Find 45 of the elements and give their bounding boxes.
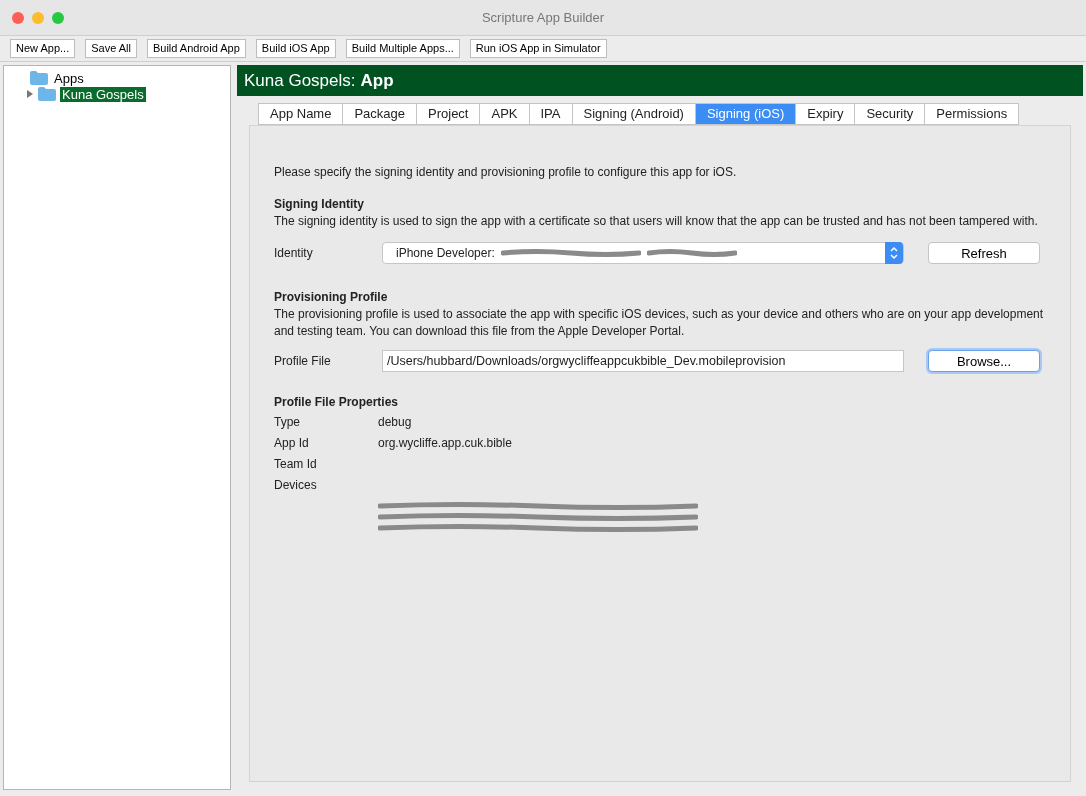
field-label: Profile File	[274, 352, 332, 370]
window-title: Scripture App Builder	[481, 8, 605, 27]
tab[interactable]: Project	[416, 103, 481, 125]
toolbar-button[interactable]: Save All	[85, 39, 137, 58]
tree-item[interactable]: Kuna Gospels	[60, 86, 146, 102]
tab[interactable]: Signing (Android)	[571, 103, 696, 125]
property-value: debug	[378, 414, 412, 431]
profile-file-field[interactable]: /Users/hubbard/Downloads/orgwycliffeappcukbible_Dev.mobileprovision	[382, 350, 904, 372]
tree-item[interactable]: Apps	[52, 70, 86, 86]
section-description: The provisioning profile is used to associate the app with specific iOS devices, such as your device and others who are on your app development and testing team. You can download this file from the Apple Developer Portal.	[274, 306, 1045, 340]
property-label: Devices	[274, 477, 318, 494]
dropdown-arrows-icon	[885, 242, 903, 264]
folder-icon	[30, 71, 48, 85]
tab[interactable]: Permissions	[924, 103, 1020, 125]
section-heading: Profile File Properties	[274, 394, 400, 411]
minimize-button[interactable]	[32, 11, 44, 24]
header-title: Kuna Gospels:	[244, 69, 356, 92]
refresh-button[interactable]: Refresh	[928, 242, 1040, 264]
section-heading: Signing Identity	[274, 196, 365, 213]
property-label: Type	[274, 414, 301, 431]
field-label: Identity	[274, 244, 314, 262]
tab[interactable]: Package	[342, 103, 417, 125]
section-heading: Provisioning Profile	[274, 289, 389, 306]
property-label: Team Id	[274, 456, 318, 473]
identity-dropdown[interactable]: iPhone Developer:	[382, 242, 904, 264]
tab[interactable]: APK	[479, 103, 530, 125]
intro-text: Please specify the signing identity and provisioning profile to configure this app for iOS.	[274, 164, 738, 181]
tab[interactable]: App Name	[258, 103, 344, 125]
section-description: The signing identity is used to sign the app with a certificate so that users will know that the app can be trusted and has not been tampered with.	[274, 213, 1039, 230]
toolbar-button[interactable]: Build Multiple Apps...	[345, 39, 460, 58]
toolbar-button[interactable]: Run iOS App in Simulator	[469, 39, 607, 58]
tab[interactable]: Expiry	[795, 103, 856, 125]
property-value: org.wycliffe.app.cuk.bible	[378, 435, 512, 452]
folder-icon	[38, 87, 56, 101]
property-label: App Id	[274, 435, 310, 452]
toolbar-button[interactable]: New App...	[10, 39, 76, 58]
toolbar-button[interactable]: Build Android App	[146, 39, 246, 58]
tab[interactable]: IPA	[528, 103, 573, 125]
zoom-button[interactable]	[52, 11, 64, 24]
toolbar-button[interactable]: Build iOS App	[255, 39, 336, 58]
tab[interactable]: Security	[854, 103, 926, 125]
expand-arrow-icon[interactable]	[26, 90, 34, 98]
browse-button[interactable]: Browse...	[928, 350, 1040, 372]
header-section: App	[360, 67, 394, 94]
close-button[interactable]	[12, 11, 24, 24]
